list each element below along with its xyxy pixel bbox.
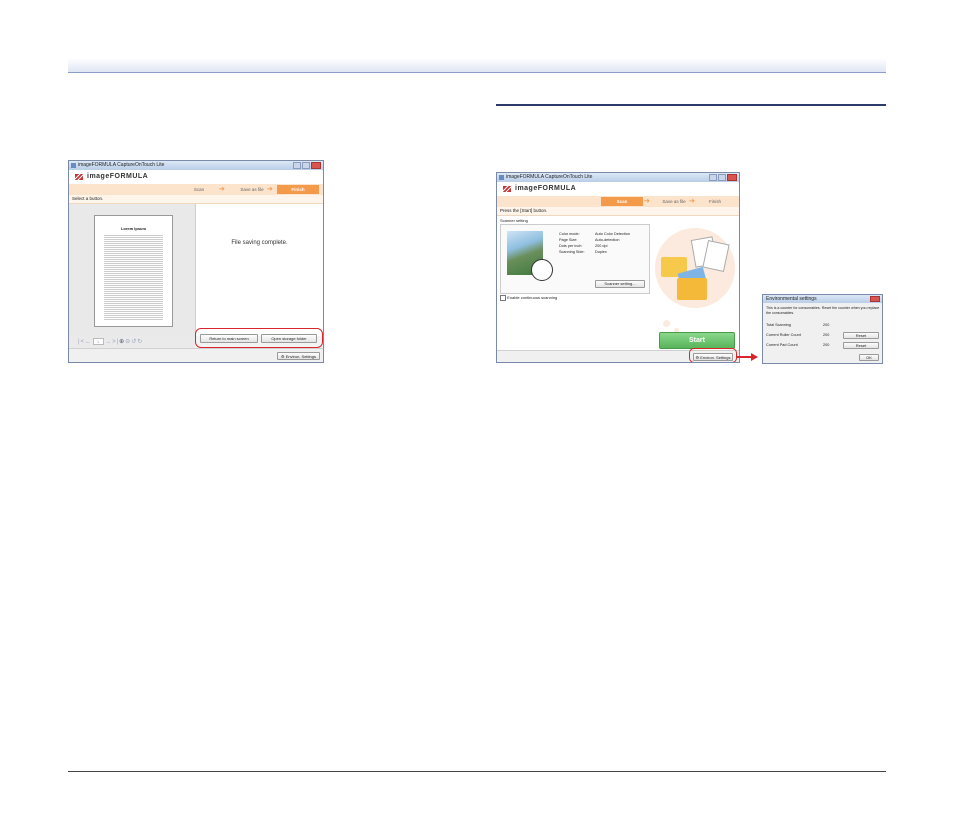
settings-labels: Color mode: Page Size: Dots per inch: Sc… [559, 231, 585, 255]
window-titlebar: imageFORMULA CaptureOnTouch Lite [497, 173, 739, 182]
highlight-box [689, 348, 737, 362]
environ-settings-label: Environ. Settings [285, 354, 316, 359]
dialog-description: This is a counter for consumables. Reset… [766, 306, 880, 315]
app-icon [499, 175, 504, 180]
step-arrow-icon: ➔ [267, 186, 273, 193]
folder-icon [677, 278, 707, 300]
prev-page-icon[interactable]: ← [85, 339, 92, 345]
minimize-button[interactable] [293, 162, 301, 169]
scanner-setting-button[interactable]: Scanner setting... [595, 280, 645, 288]
preview-toolbar: |<← 1 →>|⊕⊖↺↻ [69, 336, 195, 348]
environmental-settings-dialog: Environmental settings This is a counter… [762, 294, 883, 364]
page-header-rule [68, 72, 886, 73]
dialog-titlebar: Environmental settings [763, 295, 882, 303]
ok-button[interactable]: OK [859, 354, 879, 361]
step-arrow-icon: ➔ [644, 198, 650, 205]
maximize-button[interactable] [718, 174, 726, 181]
doc-title: Lorem Ipsum [120, 226, 147, 231]
continuous-scan-row[interactable]: Enable continuous scanning [500, 295, 557, 301]
prompt-text: Press the [Start] button. [497, 207, 739, 216]
row-value: 200 [823, 333, 830, 337]
section-rule [496, 104, 886, 106]
window-titlebar: imageFORMULA CaptureOnTouch Lite [69, 161, 323, 170]
row-value: 200 [823, 323, 830, 327]
dialog-title: Environmental settings [766, 296, 817, 302]
scanner-circle-icon [531, 259, 553, 281]
maximize-button[interactable] [302, 162, 310, 169]
bubble-dot [663, 320, 670, 327]
settings-values: Auto Color Detection Auto-detection 200 … [595, 231, 630, 255]
logo-text: imageFORMULA [515, 185, 577, 192]
step-scan: Scan [193, 187, 205, 192]
minimize-button[interactable] [709, 174, 717, 181]
close-button[interactable] [311, 162, 321, 169]
row-label: Current Pad Count [766, 343, 798, 347]
logo-bar: imageFORMULA [497, 182, 739, 196]
step-bar: Scan ➔ Save as file ➔ Finish [69, 184, 323, 195]
next-page-icon[interactable]: → [105, 339, 112, 345]
continuous-scan-label: Enable continuous scanning [507, 295, 558, 301]
message-pane: File saving complete. [196, 204, 323, 336]
connector-arrow-icon [751, 353, 758, 361]
reset-roller-button[interactable]: Reset [843, 332, 879, 339]
environ-settings-button[interactable]: ⚙ Environ. Settings [277, 352, 320, 360]
step-arrow-icon: ➔ [689, 198, 695, 205]
row-value: 200 [823, 343, 830, 347]
imageformula-logo-icon [75, 174, 83, 180]
rotate-right-icon[interactable]: ↻ [137, 339, 143, 345]
row-label: Total Scanning [766, 323, 791, 327]
logo-bar: imageFORMULA [69, 170, 323, 184]
start-button[interactable]: Start [659, 332, 735, 349]
window-title: imageFORMULA CaptureOnTouch Lite [78, 162, 165, 168]
page-number[interactable]: 1 [93, 338, 105, 345]
scanner-setting-panel: Color mode: Page Size: Dots per inch: Sc… [500, 224, 650, 294]
step-finish: Finish [708, 199, 721, 204]
setting-value: Duplex [595, 250, 607, 254]
scan-body: Scanner setting Color mode: Page Size: D… [497, 216, 739, 350]
reset-pad-button[interactable]: Reset [843, 342, 879, 349]
step-scan: Scan [601, 197, 643, 206]
dialog-close-button[interactable] [870, 296, 880, 302]
setting-label: Scanning Side: [559, 250, 585, 254]
step-arrow-icon: ➔ [219, 186, 225, 193]
close-button[interactable] [727, 174, 737, 181]
row-label: Current Roller Count [766, 333, 801, 337]
bottom-bar: ⚙ Environ. Settings [69, 348, 323, 362]
scanner-setting-heading: Scanner setting [500, 218, 528, 223]
finish-window: imageFORMULA CaptureOnTouch Lite imageFO… [68, 160, 324, 363]
window-title: imageFORMULA CaptureOnTouch Lite [506, 174, 593, 180]
preview-pane: Lorem Ipsum [69, 204, 196, 336]
app-icon [71, 163, 76, 168]
settings-icon: ⚙ [281, 354, 285, 359]
highlight-box [195, 328, 323, 348]
scan-window: imageFORMULA CaptureOnTouch Lite imageFO… [496, 172, 740, 363]
saving-complete-message: File saving complete. [231, 240, 288, 246]
document-thumbnail[interactable]: Lorem Ipsum [94, 215, 173, 327]
prompt-text: Select a button. [69, 195, 323, 204]
step-bar: Scan ➔ Save as file ➔ Finish [497, 196, 739, 207]
page-header-band [68, 58, 886, 72]
doc-text-lines [104, 234, 163, 320]
step-finish: Finish [277, 185, 319, 194]
imageformula-logo-icon [503, 186, 511, 192]
continuous-scan-checkbox[interactable] [500, 295, 506, 301]
first-page-icon[interactable]: |< [78, 339, 85, 345]
page-footer-rule [68, 771, 886, 772]
logo-text: imageFORMULA [87, 173, 149, 180]
